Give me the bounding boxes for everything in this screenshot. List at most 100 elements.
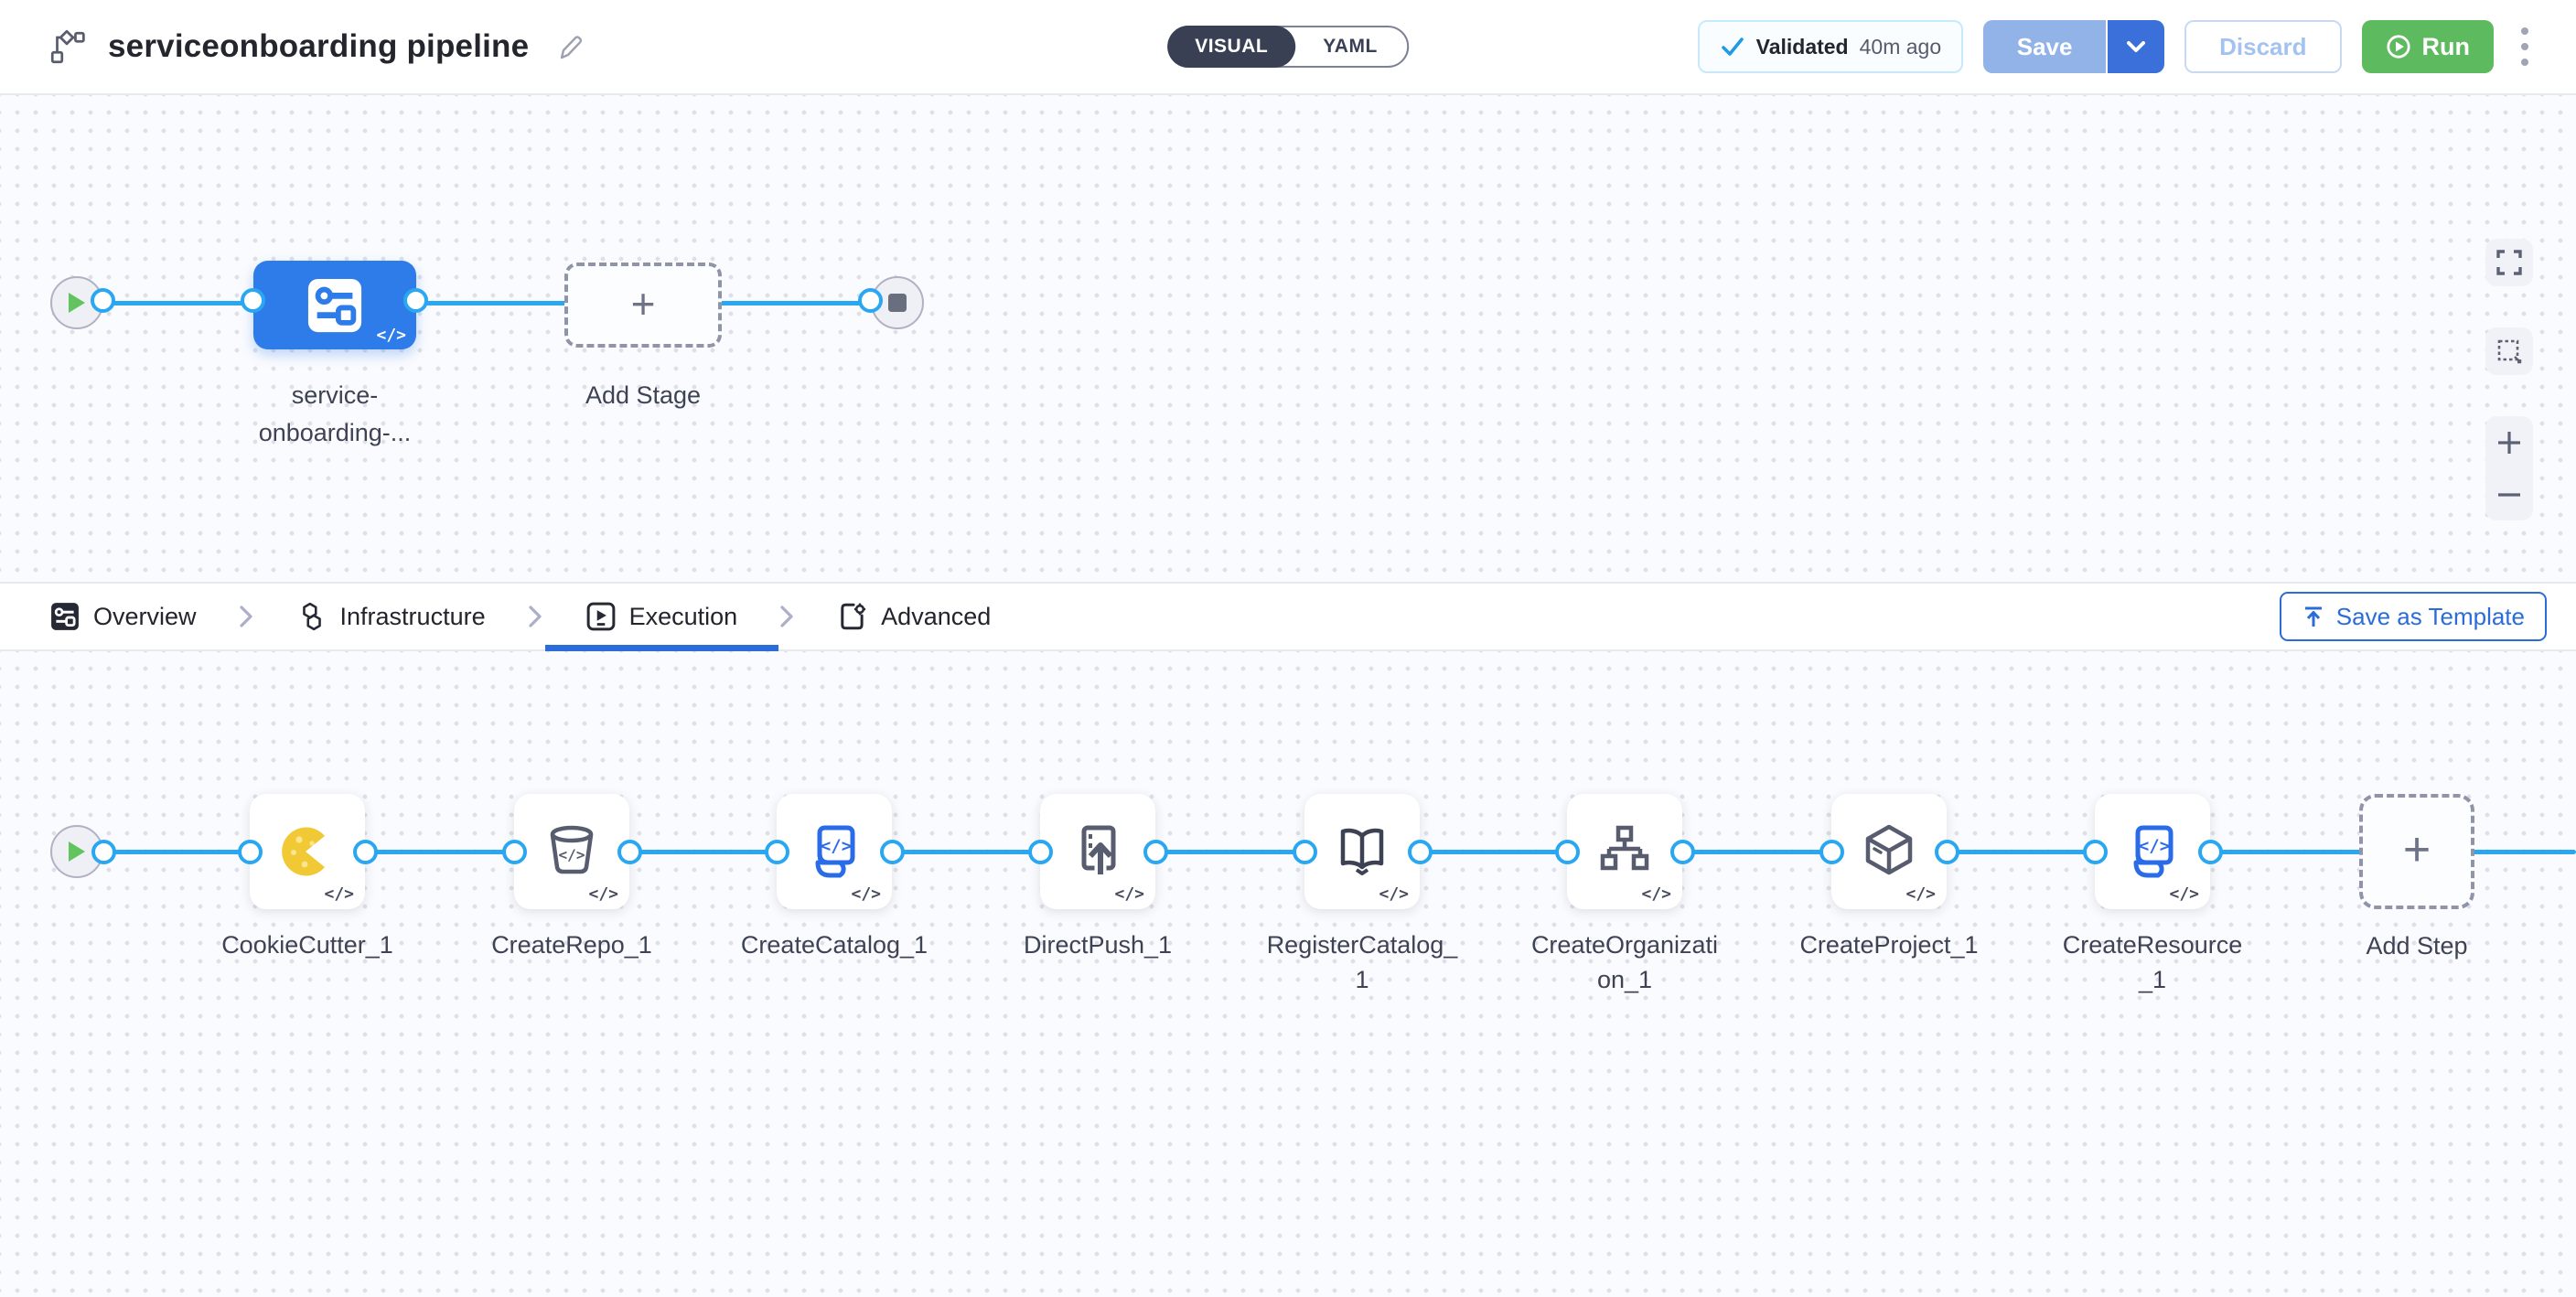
step-label: CreateProject_1 bbox=[1793, 927, 1985, 962]
connector-point bbox=[353, 840, 378, 864]
connector-point bbox=[241, 288, 265, 313]
tab-icon bbox=[50, 602, 80, 631]
execution-canvas: </> CookieCutter_1 </> CreateRepo_1 </> … bbox=[0, 651, 2576, 1297]
visual-toggle[interactable]: VISUAL bbox=[1167, 26, 1295, 68]
tab-overview[interactable]: Overview bbox=[9, 584, 238, 649]
validation-badge: Validated 40m ago bbox=[1698, 20, 1964, 73]
chevron-right-icon bbox=[238, 605, 256, 628]
add-stage-button[interactable]: + bbox=[564, 263, 722, 348]
tab-icon bbox=[838, 602, 867, 631]
save-button[interactable]: Save bbox=[1983, 20, 2106, 73]
connector-point bbox=[403, 288, 428, 313]
play-circle-icon bbox=[2386, 34, 2411, 59]
step-CreateProject_1[interactable]: </> CreateProject_1 bbox=[1793, 794, 1985, 962]
connector-point bbox=[2198, 840, 2223, 864]
connector-point bbox=[502, 840, 527, 864]
stage-detail-tabs: Overview Infrastructure Execution Advanc… bbox=[0, 582, 2576, 651]
zoom-in-button[interactable] bbox=[2485, 416, 2533, 468]
more-options-button[interactable] bbox=[2514, 22, 2536, 71]
step-label: CookieCutter_1 bbox=[211, 927, 403, 962]
step-card[interactable]: </> bbox=[1304, 794, 1420, 909]
step-label: RegisterCatalog_1 bbox=[1266, 927, 1458, 997]
plus-icon bbox=[2496, 430, 2522, 456]
step-label: CreateCatalog_1 bbox=[738, 927, 930, 962]
tab-execution[interactable]: Execution bbox=[545, 584, 779, 649]
discard-button[interactable]: Discard bbox=[2184, 20, 2341, 73]
stage-label: service-onboarding-... bbox=[225, 377, 445, 452]
chevron-right-icon bbox=[527, 605, 545, 628]
marquee-select-icon bbox=[2496, 338, 2522, 364]
connector-point bbox=[91, 840, 116, 864]
step-CookieCutter_1[interactable]: </> CookieCutter_1 bbox=[211, 794, 403, 962]
step-card[interactable]: </> bbox=[250, 794, 365, 909]
selection-mode-button[interactable] bbox=[2485, 327, 2533, 375]
step-CreateOrganization_1[interactable]: </> CreateOrganization_1 bbox=[1529, 794, 1721, 997]
add-step-label: Add Step bbox=[2366, 927, 2467, 965]
connector-point bbox=[2083, 840, 2108, 864]
play-icon bbox=[66, 840, 88, 863]
step-icon bbox=[805, 822, 864, 881]
step-CreateRepo_1[interactable]: </> CreateRepo_1 bbox=[476, 794, 668, 962]
connector-point bbox=[91, 288, 115, 313]
play-icon bbox=[66, 291, 88, 315]
step-icon bbox=[542, 822, 601, 881]
connector-point bbox=[1819, 840, 1844, 864]
validation-time: 40m ago bbox=[1860, 35, 1942, 59]
step-card[interactable]: </> bbox=[514, 794, 629, 909]
yaml-toggle[interactable]: YAML bbox=[1293, 36, 1407, 58]
connector-point bbox=[617, 840, 642, 864]
code-badge: </> bbox=[1905, 884, 1936, 904]
step-card[interactable]: </> bbox=[1040, 794, 1155, 909]
save-split-button: Save bbox=[1983, 20, 2164, 73]
add-stage-label: Add Stage bbox=[533, 377, 753, 414]
fullscreen-icon bbox=[2496, 250, 2522, 275]
chevron-down-icon bbox=[2124, 35, 2148, 59]
tab-infrastructure[interactable]: Infrastructure bbox=[256, 584, 527, 649]
step-icon bbox=[1860, 822, 1918, 881]
step-label: CreateOrganization_1 bbox=[1529, 927, 1721, 997]
add-step-button[interactable]: + bbox=[2359, 794, 2474, 909]
stop-icon bbox=[887, 293, 907, 313]
zoom-out-button[interactable] bbox=[2485, 468, 2533, 520]
validation-status: Validated bbox=[1756, 35, 1849, 59]
step-card[interactable]: </> bbox=[1831, 794, 1947, 909]
connector-point bbox=[880, 840, 905, 864]
save-options-button[interactable] bbox=[2106, 20, 2164, 73]
step-icon bbox=[2123, 822, 2182, 881]
connector-point bbox=[1143, 840, 1168, 864]
step-CreateCatalog_1[interactable]: </> CreateCatalog_1 bbox=[738, 794, 930, 962]
plus-icon: + bbox=[2403, 826, 2431, 874]
tab-icon bbox=[586, 602, 616, 631]
run-label: Run bbox=[2422, 33, 2470, 61]
tab-advanced[interactable]: Advanced bbox=[797, 584, 1032, 649]
step-card[interactable]: </> bbox=[1567, 794, 1682, 909]
zoom-controls bbox=[2485, 416, 2533, 520]
page-title: serviceonboarding pipeline bbox=[108, 28, 529, 65]
edit-pipeline-name-icon[interactable] bbox=[556, 32, 585, 61]
connector-point bbox=[1293, 840, 1317, 864]
connector-point bbox=[858, 288, 883, 313]
step-card[interactable]: </> bbox=[2095, 794, 2210, 909]
connector-point bbox=[1555, 840, 1580, 864]
connector-point bbox=[765, 840, 789, 864]
fullscreen-button[interactable] bbox=[2485, 239, 2533, 286]
code-badge: </> bbox=[1379, 884, 1409, 904]
step-CreateResource_1[interactable]: </> CreateResource_1 bbox=[2056, 794, 2249, 997]
code-badge: </> bbox=[1641, 884, 1671, 904]
pipeline-icon bbox=[48, 29, 86, 64]
step-DirectPush_1[interactable]: </> DirectPush_1 bbox=[1002, 794, 1194, 962]
stage-connector-line bbox=[77, 301, 897, 305]
step-card[interactable]: </> bbox=[777, 794, 892, 909]
stage-glyph-icon bbox=[306, 277, 363, 334]
code-badge: </> bbox=[376, 326, 406, 345]
connector-point bbox=[238, 840, 263, 864]
save-as-template-button[interactable]: Save as Template bbox=[2280, 592, 2547, 641]
step-icon bbox=[1333, 822, 1391, 881]
code-badge: </> bbox=[1114, 884, 1144, 904]
step-RegisterCatalog_1[interactable]: </> RegisterCatalog_1 bbox=[1266, 794, 1458, 997]
step-icon bbox=[278, 822, 337, 881]
run-button[interactable]: Run bbox=[2362, 20, 2494, 73]
stage-node[interactable]: </> bbox=[253, 261, 416, 349]
check-icon bbox=[1720, 34, 1745, 59]
step-label: CreateResource_1 bbox=[2056, 927, 2249, 997]
